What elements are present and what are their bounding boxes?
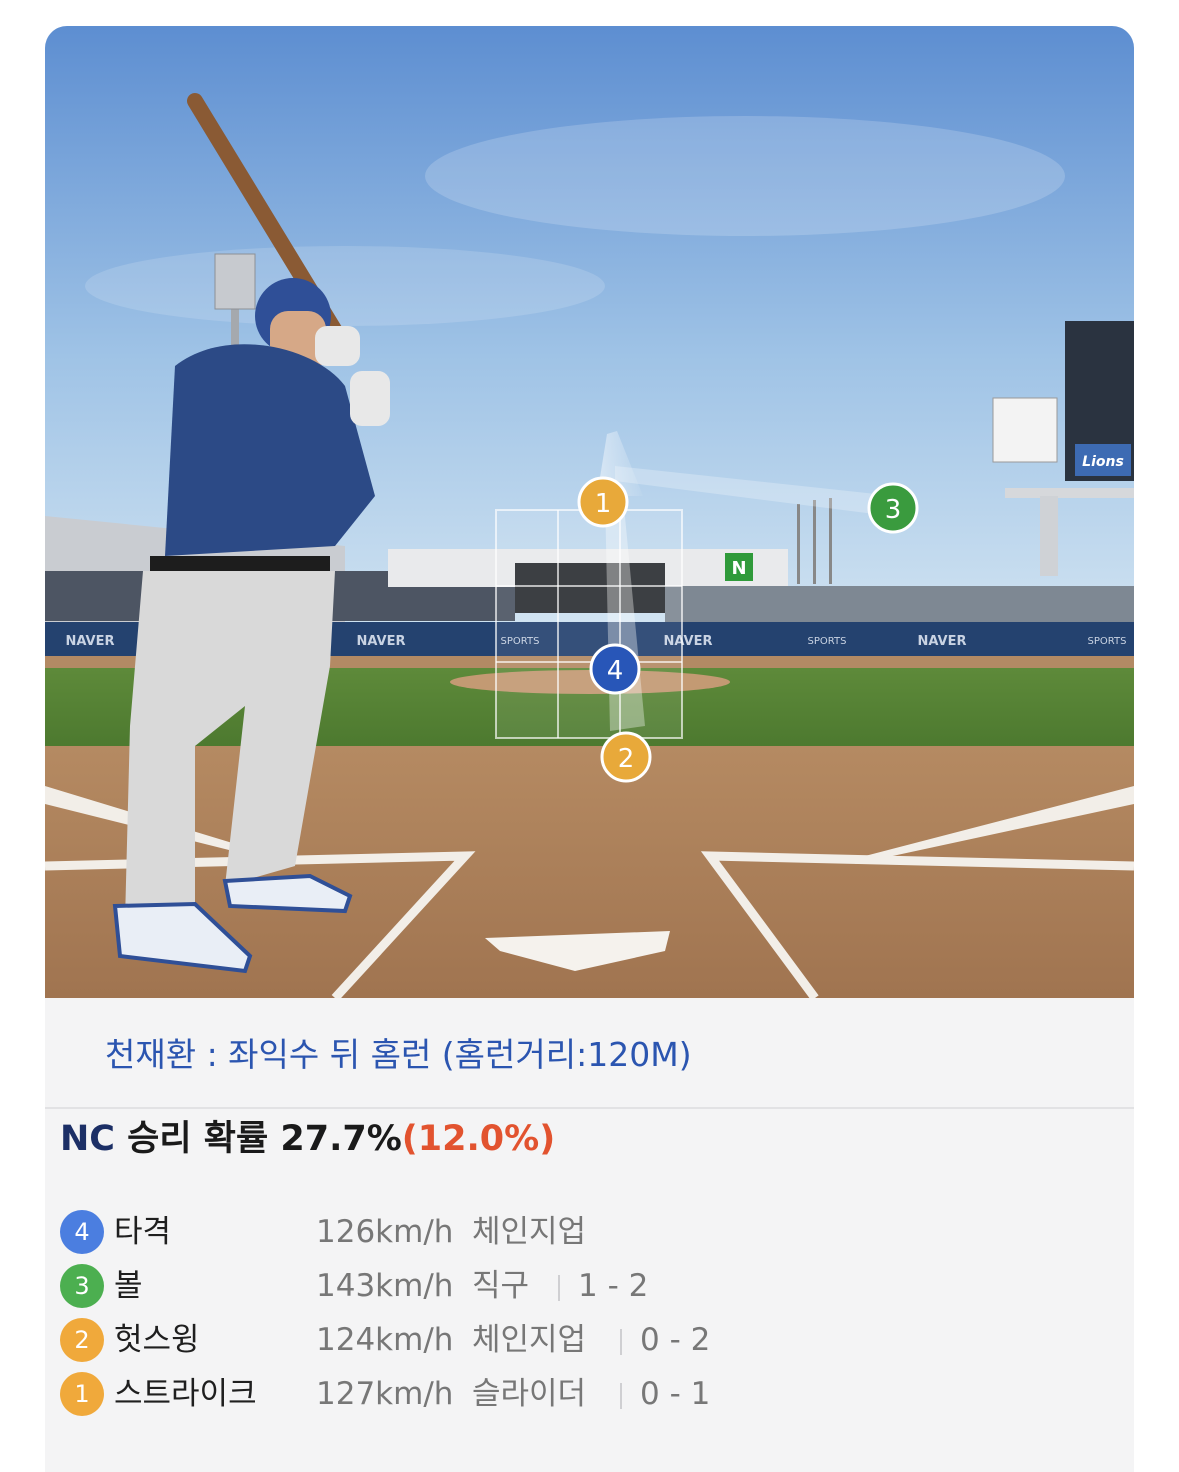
pitch-type: 체인지업: [472, 1322, 587, 1358]
win-probability-delta: (12.0%): [401, 1119, 556, 1159]
play-result-text: 천재환 : 좌익수 뒤 홈런 (홈런거리:120M): [105, 1035, 692, 1074]
pitch-result: 스트라이크: [114, 1376, 257, 1412]
banner-text: NAVER: [65, 634, 114, 649]
pitch-list: 4 타격 126km/h 체인지업 3 볼 143km/h 직구 1 - 2 2…: [60, 1206, 1060, 1422]
banner-sports-text: SPORTS: [1088, 636, 1127, 647]
pitch-count-wrap: 0 - 1: [620, 1372, 710, 1416]
pitch-type: 체인지업: [472, 1214, 587, 1250]
divider: [620, 1328, 622, 1355]
divider: [620, 1382, 622, 1409]
pitch-tracking-scene: N Lions NAVER NAVER NAVER NAVER SPORTS S…: [45, 26, 1134, 998]
pitch-row-1: 1 스트라이크 127km/h 슬라이더 0 - 1: [60, 1368, 1060, 1422]
pitch-count-wrap: 1 - 2: [558, 1264, 648, 1308]
pitch-result: 볼: [114, 1268, 143, 1304]
banner-sports-text: SPORTS: [808, 636, 847, 647]
strike-zone: [495, 509, 683, 739]
team-name: NC: [60, 1119, 115, 1159]
pitch-speed: 124km/h: [316, 1322, 454, 1358]
pitch-speed: 143km/h: [316, 1268, 454, 1304]
svg-text:4: 4: [607, 656, 624, 686]
pitch-number-badge: 2: [60, 1318, 104, 1362]
pitch-number-badge: 3: [60, 1264, 104, 1308]
pitch-speed: 127km/h: [316, 1376, 454, 1412]
pitch-marker-3[interactable]: 3: [867, 482, 919, 534]
pitch-number-badge: 1: [60, 1372, 104, 1416]
win-probability: NC 승리 확률 27.7%(12.0%): [60, 1110, 555, 1161]
win-probability-label: 승리 확률: [127, 1119, 269, 1159]
banner-text: NAVER: [356, 634, 405, 649]
pitch-row-4: 4 타격 126km/h 체인지업: [60, 1206, 1060, 1260]
pitch-row-2: 2 헛스윙 124km/h 체인지업 0 - 2: [60, 1314, 1060, 1368]
pitch-marker-4[interactable]: 4: [589, 643, 641, 695]
svg-text:1: 1: [595, 489, 612, 519]
pitch-marker-2[interactable]: 2: [600, 731, 652, 783]
pitch-row-3: 3 볼 143km/h 직구 1 - 2: [60, 1260, 1060, 1314]
pitch-result: 타격: [114, 1214, 172, 1250]
pitch-type: 직구: [472, 1268, 530, 1304]
divider: [558, 1274, 560, 1301]
banner-text: NAVER: [917, 634, 966, 649]
svg-text:2: 2: [618, 744, 635, 774]
pitch-marker-1[interactable]: 1: [577, 476, 629, 528]
play-result-bar: 천재환 : 좌익수 뒤 홈런 (홈런거리:120M): [45, 998, 1134, 1109]
pitch-count: 0 - 2: [640, 1322, 711, 1358]
svg-text:3: 3: [885, 495, 902, 525]
pitch-count-wrap: 0 - 2: [620, 1318, 710, 1362]
scoreboard-logo: Lions: [1082, 454, 1124, 470]
pitch-count: 1 - 2: [578, 1268, 649, 1304]
win-probability-value: 27.7%: [280, 1119, 402, 1159]
pitch-count: 0 - 1: [640, 1376, 711, 1412]
wall-letter: N: [731, 558, 746, 579]
pitch-speed: 126km/h: [316, 1214, 454, 1250]
pitch-result: 헛스윙: [114, 1322, 200, 1358]
pitch-type: 슬라이더: [472, 1376, 587, 1412]
pitch-number-badge: 4: [60, 1210, 104, 1254]
